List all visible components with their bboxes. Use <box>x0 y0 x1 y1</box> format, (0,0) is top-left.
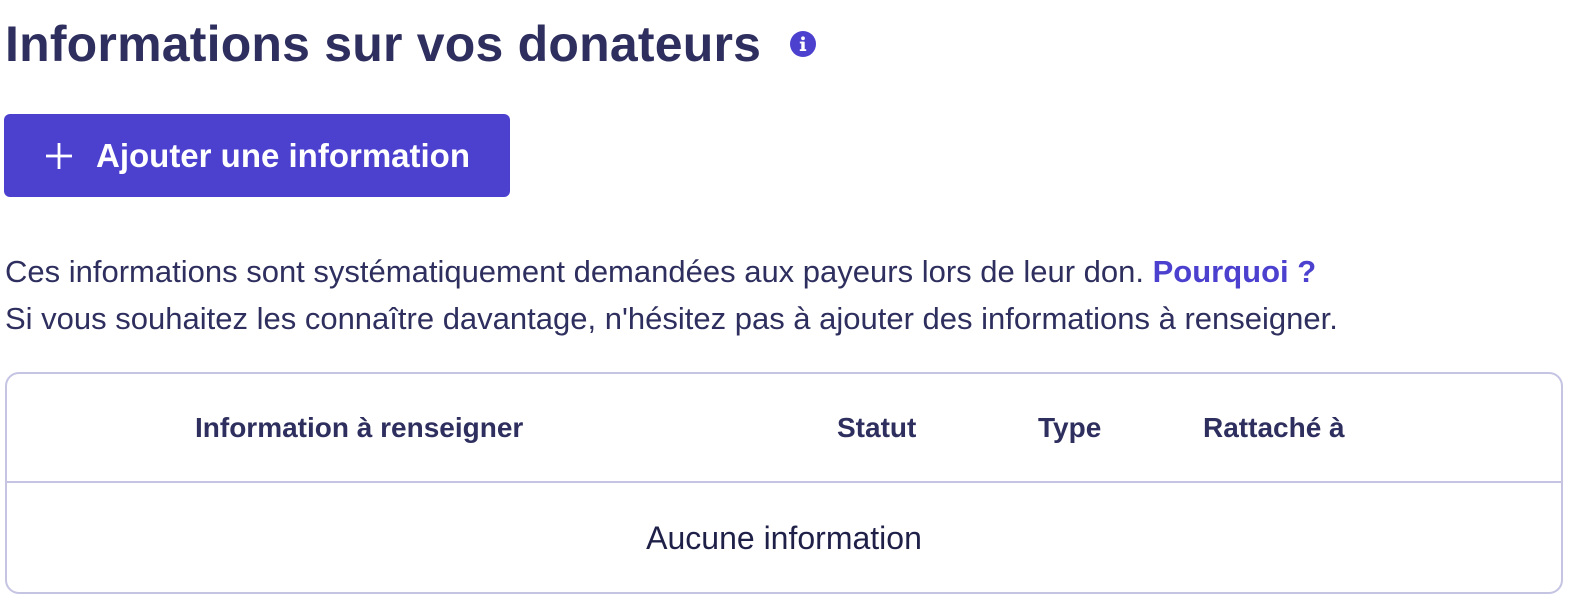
why-link[interactable]: Pourquoi ? <box>1153 254 1317 289</box>
page-title: Informations sur vos donateurs <box>5 16 762 72</box>
information-table: Information à renseigner Statut Type Rat… <box>5 372 1563 594</box>
description-sentence: Ces informations sont systématiquement d… <box>5 254 1144 289</box>
add-information-button[interactable]: Ajouter une information <box>4 114 510 197</box>
column-header-information: Information à renseigner <box>195 412 524 443</box>
info-circle-icon[interactable] <box>789 30 817 58</box>
description-text: Ces informations sont systématiquement d… <box>5 248 1338 342</box>
plus-icon <box>44 141 74 171</box>
table-header: Information à renseigner Statut Type Rat… <box>7 374 1561 483</box>
add-information-label: Ajouter une information <box>96 136 470 174</box>
column-header-status: Statut <box>837 412 917 443</box>
empty-state-message: Aucune information <box>646 520 922 556</box>
page-header: Informations sur vos donateurs <box>5 12 817 76</box>
description-line-2: Si vous souhaitez les connaître davantag… <box>5 301 1338 336</box>
description-line-1: Ces informations sont systématiquement d… <box>5 248 1338 295</box>
empty-state-row: Aucune information <box>7 483 1561 592</box>
column-header-type: Type <box>1038 412 1102 443</box>
column-header-attached-to: Rattaché à <box>1203 412 1345 443</box>
